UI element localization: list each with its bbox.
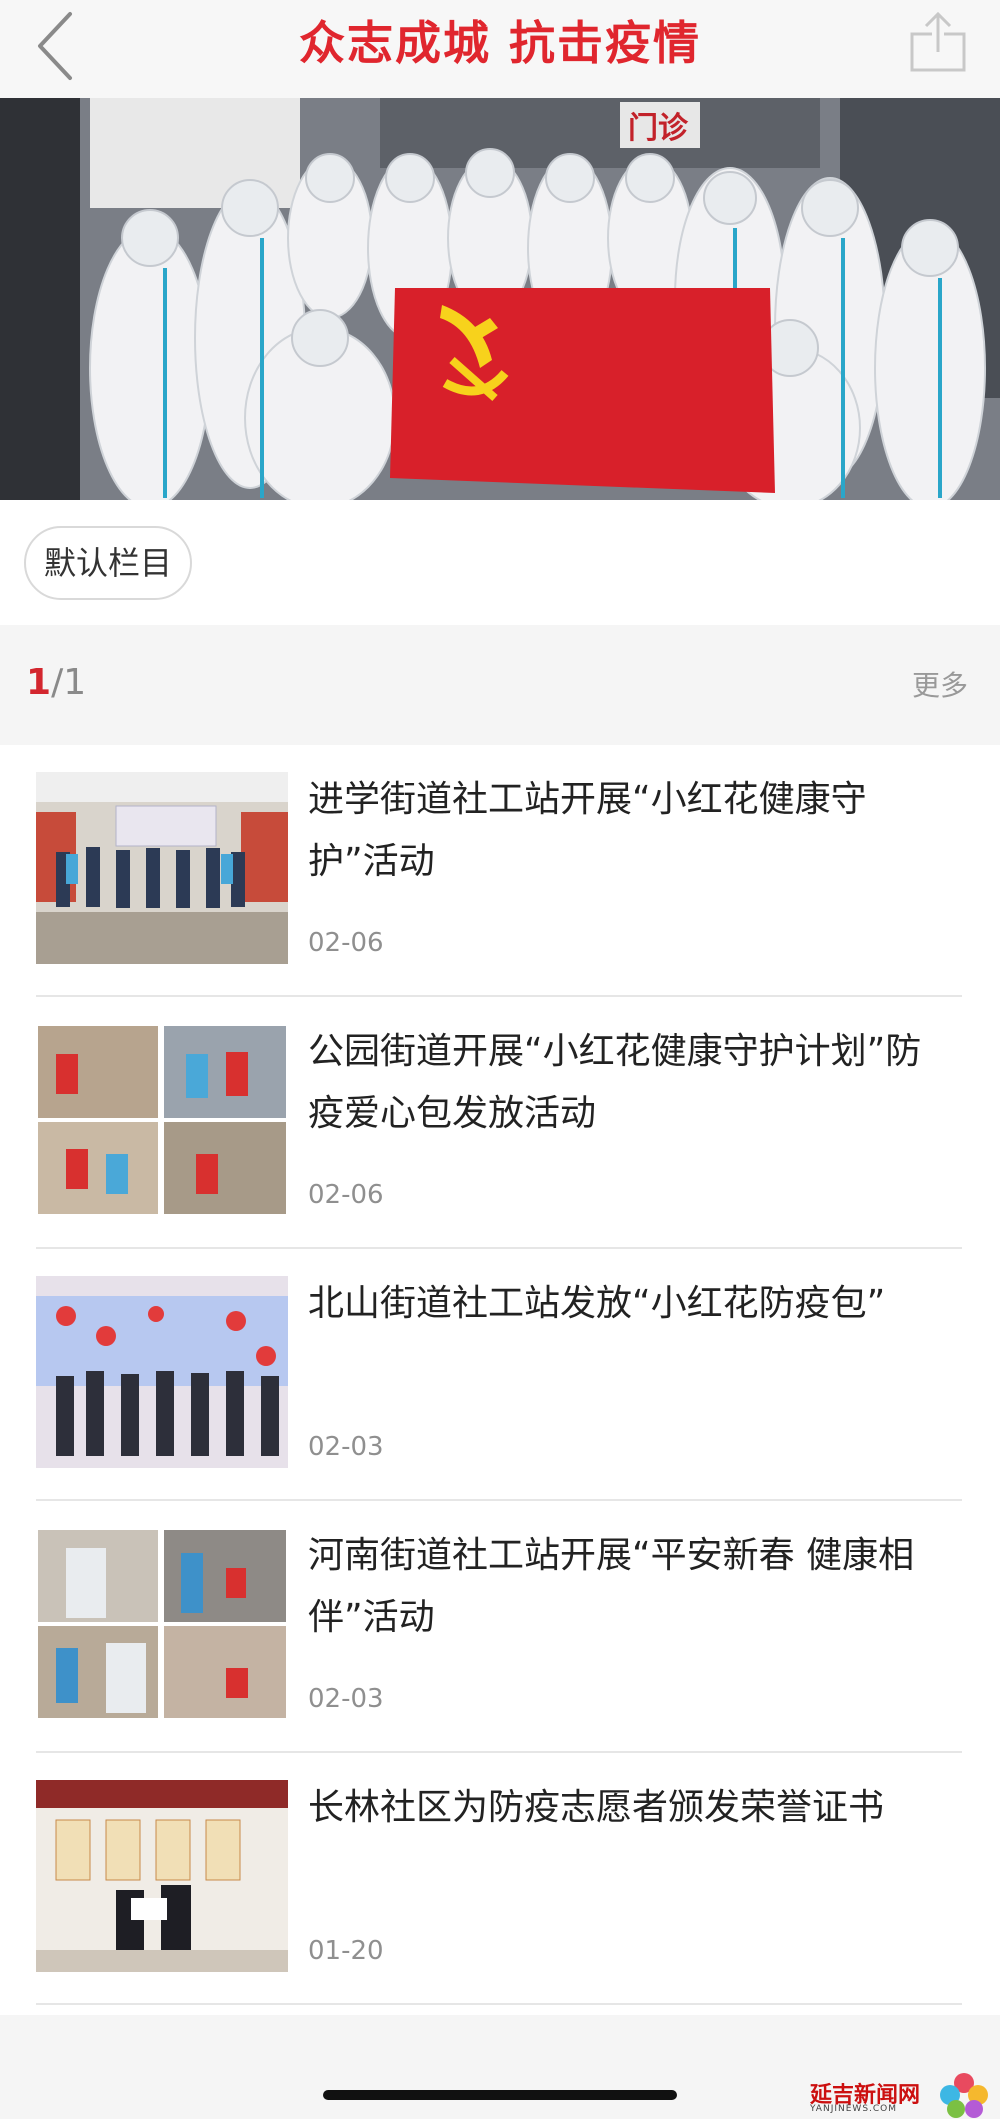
article-item[interactable]: 公园街道开展“小红花健康守护计划”防疫爱心包发放活动 02-06 — [36, 997, 962, 1249]
article-date: 02-06 — [308, 928, 384, 958]
article-title[interactable]: 北山街道社工站发放“小红花防疫包” — [308, 1273, 948, 1335]
article-thumbnail — [36, 1780, 288, 1972]
article-title[interactable]: 长林社区为防疫志愿者颁发荣誉证书 — [308, 1777, 948, 1839]
article-title[interactable]: 河南街道社工站开展“平安新春 健康相伴”活动 — [308, 1525, 948, 1649]
share-icon — [910, 11, 966, 72]
article-thumbnail — [36, 1276, 288, 1468]
column-tag-default[interactable]: 默认栏目 — [24, 526, 193, 600]
column-tag-bar: 默认栏目 — [0, 500, 1000, 625]
page-indicator: 1/1 — [26, 653, 86, 713]
site-watermark: 延吉新闻网 YANJINEWS.COM — [810, 2073, 1000, 2119]
article-item[interactable]: 北山街道社工站发放“小红花防疫包” 02-03 — [36, 1249, 962, 1501]
banner-sign: 门诊 — [628, 111, 689, 146]
article-thumbnail — [36, 1024, 288, 1216]
article-date: 01-20 — [308, 1936, 384, 1966]
nav-header: 众志成城 抗击疫情 — [0, 0, 1000, 98]
more-link[interactable]: 更多 — [912, 661, 968, 711]
party-flag — [390, 288, 775, 493]
article-date: 02-06 — [308, 1180, 384, 1210]
banner-image[interactable]: 门诊 — [0, 98, 1000, 500]
article-title[interactable]: 进学街道社工站开展“小红花健康守护”活动 — [308, 769, 948, 893]
article-item[interactable]: 河南街道社工站开展“平安新春 健康相伴”活动 02-03 — [36, 1501, 962, 1753]
banner-photo: 门诊 — [0, 98, 1000, 500]
article-thumbnail — [36, 1528, 288, 1720]
share-button[interactable] — [906, 10, 970, 74]
article-list: 进学街道社工站开展“小红花健康守护”活动 02-06 公园街道开展“小红花健康守… — [0, 745, 1000, 2015]
article-date: 02-03 — [308, 1432, 384, 1462]
article-item[interactable]: 进学街道社工站开展“小红花健康守护”活动 02-06 — [36, 745, 962, 997]
section-header: 1/1 更多 — [0, 625, 1000, 745]
article-title[interactable]: 公园街道开展“小红花健康守护计划”防疫爱心包发放活动 — [308, 1021, 948, 1145]
article-thumbnail — [36, 772, 288, 964]
page-total: 1 — [63, 662, 87, 703]
page-current: 1 — [26, 662, 52, 703]
watermark-domain: YANJINEWS.COM — [810, 2104, 898, 2114]
page-title: 众志成城 抗击疫情 — [298, 16, 701, 70]
home-indicator[interactable] — [323, 2090, 677, 2100]
article-date: 02-03 — [308, 1684, 384, 1714]
article-item[interactable]: 长林社区为防疫志愿者颁发荣誉证书 01-20 — [36, 1753, 962, 2005]
page-separator: / — [51, 662, 64, 703]
flower-logo-icon — [940, 2073, 988, 2118]
